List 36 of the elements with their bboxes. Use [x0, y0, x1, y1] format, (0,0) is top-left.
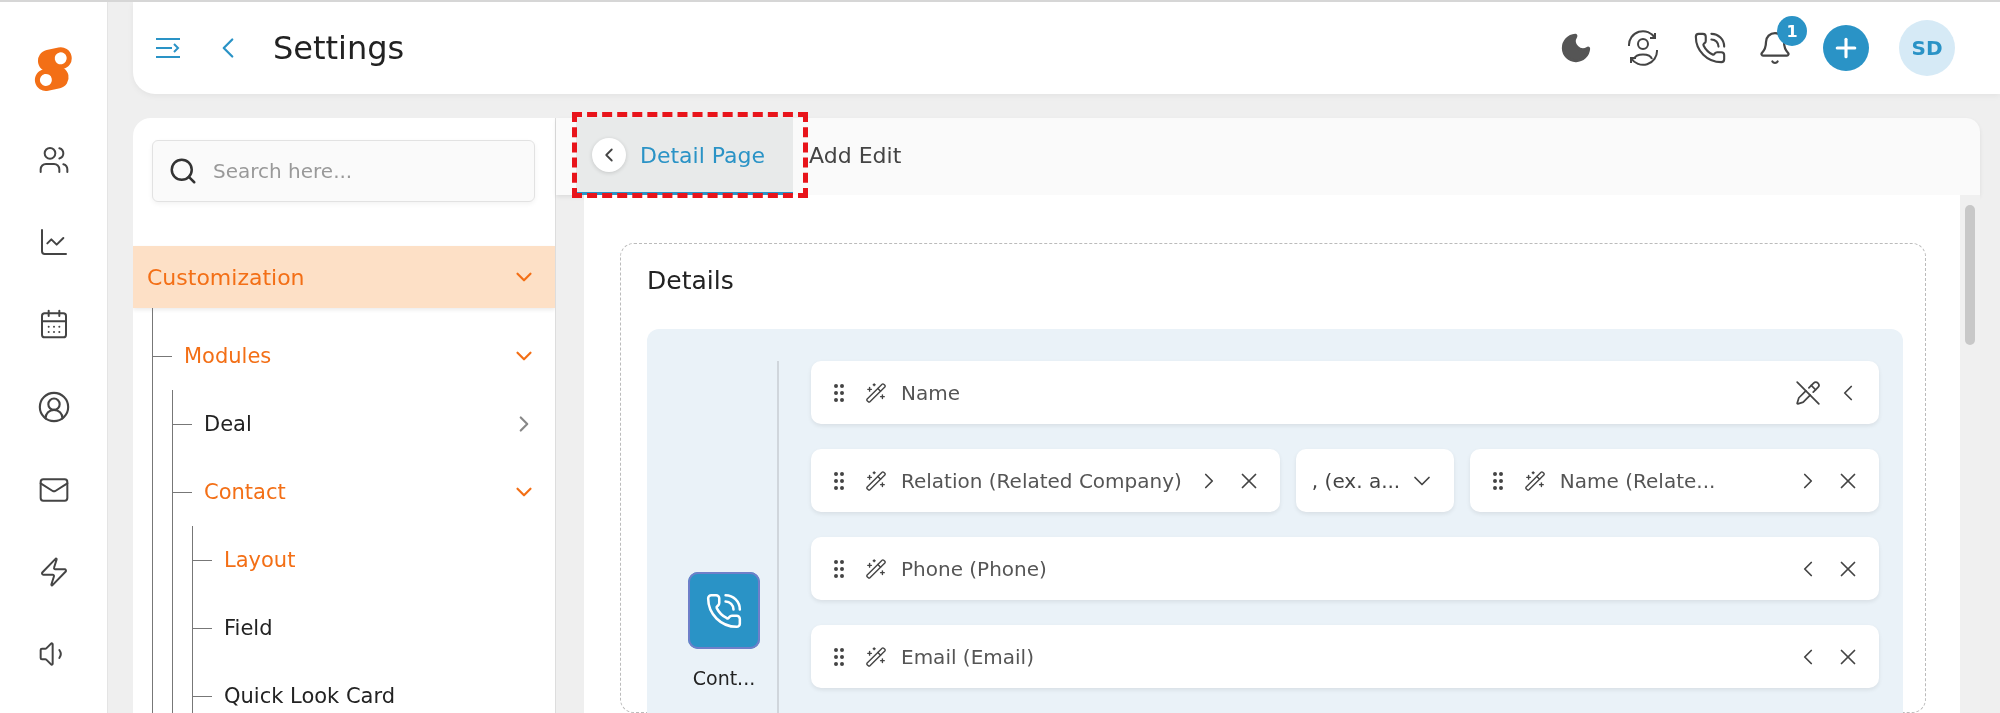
- layout-field[interactable]: Phone (Phone): [811, 537, 1879, 600]
- tree-item-label[interactable]: Deal: [204, 412, 511, 436]
- separator-select[interactable]: , (ex. a...: [1295, 449, 1454, 512]
- field-label: Name (Relate...: [1559, 468, 1717, 493]
- wand-icon: [865, 557, 887, 580]
- profile-icon[interactable]: [36, 390, 71, 424]
- phone-icon[interactable]: [1693, 31, 1727, 65]
- phone-icon: [688, 572, 760, 649]
- field-label: Email (Email): [901, 644, 1035, 669]
- tree-item-label[interactable]: Field: [224, 616, 537, 640]
- tree-item-label[interactable]: Quick Look Card: [224, 684, 537, 708]
- card-title: Details: [647, 266, 735, 295]
- layout-field[interactable]: Relation (Related Company): [811, 449, 1280, 512]
- menu-icon[interactable]: [155, 37, 181, 59]
- back-icon[interactable]: [592, 138, 626, 172]
- search-field[interactable]: Search here...: [152, 140, 535, 202]
- wand-icon: [865, 381, 887, 404]
- add-button[interactable]: [1823, 25, 1869, 71]
- users-icon[interactable]: [37, 144, 70, 176]
- section-label: Cont...: [692, 667, 756, 689]
- moon-icon[interactable]: [1559, 31, 1593, 65]
- page-title: Settings: [273, 29, 405, 67]
- field-label: Name: [901, 380, 961, 405]
- field-label: Relation (Related Company): [901, 468, 1182, 493]
- notification-count: 1: [1777, 16, 1807, 46]
- wand-icon: [1523, 469, 1546, 492]
- wand-icon: [865, 469, 887, 492]
- tab[interactable]: Add Edit: [793, 118, 930, 195]
- scrollbar-thumb[interactable]: [1965, 205, 1975, 345]
- layout-field[interactable]: Name: [811, 361, 1879, 424]
- search-icon: [168, 156, 198, 186]
- field-label: Phone (Phone): [901, 556, 1048, 581]
- wand-icon: [865, 645, 887, 668]
- layout-field[interactable]: Name (Relate...: [1469, 449, 1879, 512]
- layout-field[interactable]: Email (Email): [811, 625, 1879, 688]
- edit-off-icon[interactable]: [1795, 379, 1821, 406]
